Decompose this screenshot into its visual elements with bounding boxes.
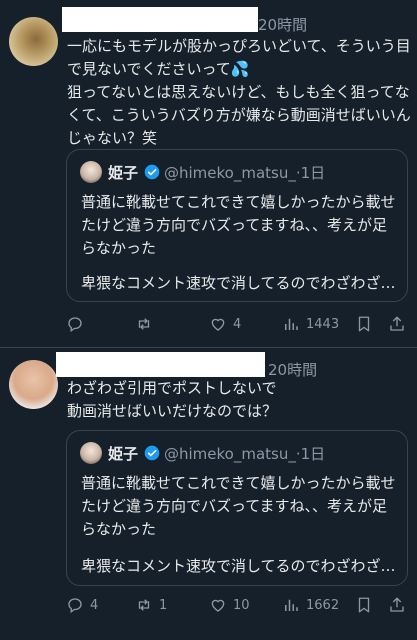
share-button[interactable] (388, 593, 406, 617)
share-button[interactable] (388, 312, 406, 336)
views-count: 1443 (306, 316, 340, 332)
bookmark-button[interactable] (355, 593, 373, 617)
bookmark-button[interactable] (355, 312, 373, 336)
quoted-avatar (80, 442, 102, 464)
tweet[interactable]: 20時間 一応にもモデルが股かっぴろいどいて、そういう目で見ないでくださいって💦… (0, 0, 417, 348)
like-count: 10 (233, 597, 250, 613)
tweet-text: わざわざ引用でポストしないで 動画消せばいいだけなのでは？ (67, 379, 278, 420)
quoted-display-name: 姫子 (108, 445, 139, 463)
tweet-timestamp[interactable]: 20時間 (258, 14, 307, 35)
repost-button[interactable] (135, 312, 159, 336)
quoted-text: 普通に靴載せてこれできて嬉しかったから載せたけど違う方向でバズってますね、、考え… (81, 474, 396, 538)
quoted-handle: @himeko_matsu_·1日 (164, 445, 326, 463)
like-button[interactable]: 10 (209, 593, 250, 617)
timeline-feed: 20時間 一応にもモデルが股かっぴろいどいて、そういう目で見ないでくださいって💦… (0, 0, 417, 640)
tweet-actions: 4 1 10 1662 (66, 593, 412, 617)
reply-button[interactable] (66, 312, 90, 336)
quoted-tweet[interactable]: 姫子 @himeko_matsu_·1日 普通に靴載せてこれできて嬉しかったから… (66, 149, 408, 302)
bookmark-icon (358, 316, 370, 332)
quoted-truncated-text: 卑猥なコメント速攻で消してるのでわざわざ… (81, 274, 396, 292)
like-button[interactable]: 4 (209, 312, 241, 336)
views-count: 1662 (306, 597, 340, 613)
tweet-text-line2: 狙ってないとは思えないけど、もしも全く狙ってなくて、こういうバズり方が嫌なら動画… (67, 83, 411, 147)
verified-badge-icon (144, 164, 160, 180)
heart-icon (211, 599, 225, 612)
bookmark-icon (358, 597, 370, 613)
repost-button[interactable]: 1 (135, 593, 167, 617)
redacted-username (56, 352, 265, 377)
reply-icon (68, 317, 82, 333)
share-icon (390, 597, 404, 612)
views-icon (285, 599, 298, 611)
reply-icon (68, 598, 82, 614)
repost-icon (138, 599, 150, 611)
like-count: 4 (233, 316, 242, 332)
tweet-text: 一応にもモデルが股かっぴろいどいて、そういう目で見ないでくださいって💦 狙ってな… (67, 35, 412, 150)
quoted-display-name: 姫子 (108, 164, 139, 182)
share-icon (390, 316, 404, 331)
reply-count: 4 (90, 597, 99, 613)
avatar[interactable] (9, 17, 58, 66)
quoted-text: 普通に靴載せてこれできて嬉しかったから載せたけど違う方向でバズってますね、、考え… (81, 193, 396, 257)
avatar[interactable] (9, 360, 58, 409)
tweet-actions: 4 1443 (66, 312, 412, 336)
redacted-username (62, 7, 258, 32)
repost-icon (138, 318, 150, 330)
heart-icon (211, 318, 225, 331)
tweet[interactable]: 20時間 わざわざ引用でポストしないで 動画消せばいいだけなのでは？ 姫子 @h… (0, 348, 417, 640)
quoted-handle: @himeko_matsu_·1日 (164, 164, 326, 182)
verified-badge-icon (144, 445, 160, 461)
quoted-avatar (80, 161, 102, 183)
reply-button[interactable]: 4 (66, 593, 98, 617)
views-button[interactable]: 1443 (282, 312, 339, 336)
droplets-emoji: 💦 (230, 60, 250, 78)
quoted-tweet[interactable]: 姫子 @himeko_matsu_·1日 普通に靴載せてこれできて嬉しかったから… (66, 430, 408, 586)
repost-count: 1 (159, 597, 168, 613)
quoted-truncated-text: 卑猥なコメント速攻で消してるのでわざわざ… (81, 557, 396, 575)
views-button[interactable]: 1662 (282, 593, 339, 617)
views-icon (285, 318, 298, 330)
